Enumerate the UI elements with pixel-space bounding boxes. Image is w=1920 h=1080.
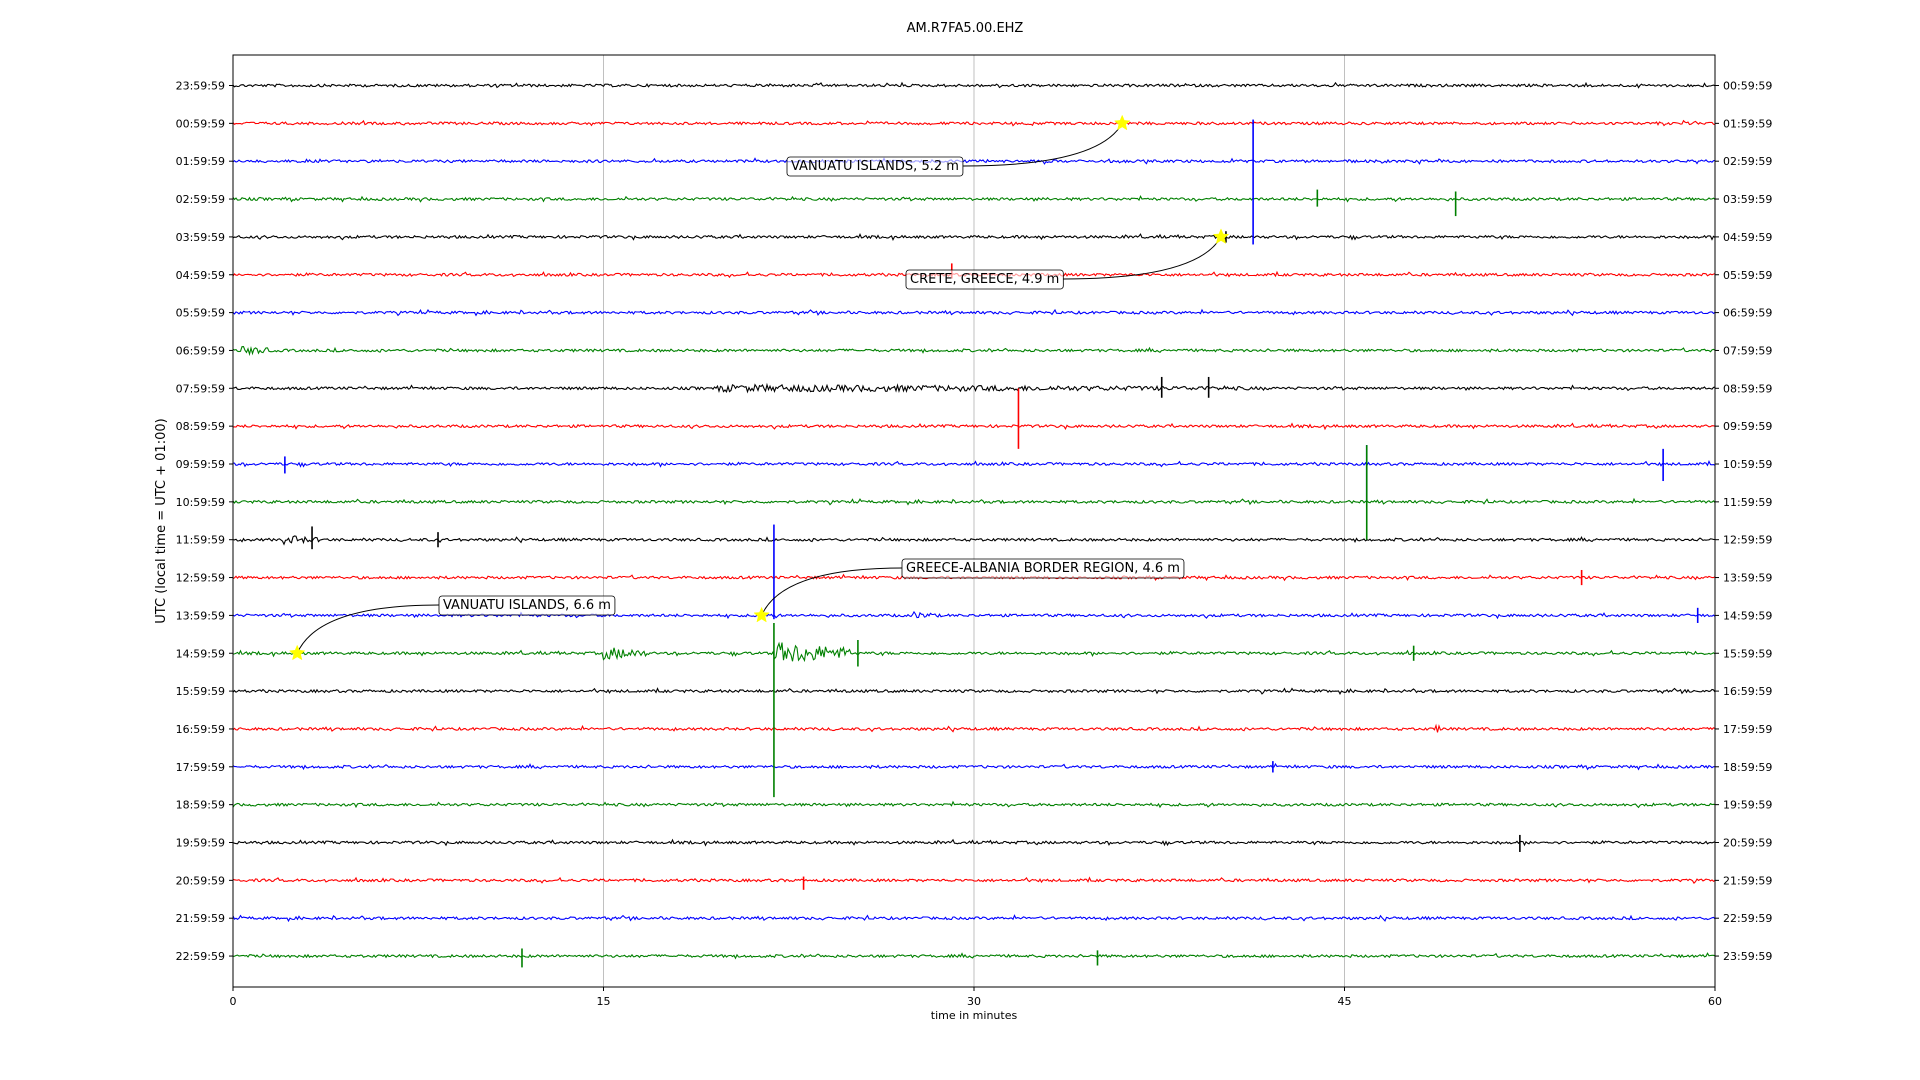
- right-time-label: 10:59:59: [1723, 458, 1772, 471]
- right-time-label: 14:59:59: [1723, 609, 1772, 622]
- event-label: GREECE-ALBANIA BORDER REGION, 4.6 m: [906, 561, 1180, 576]
- x-tick-label: 45: [1338, 995, 1352, 1008]
- event-annotation: VANUATU ISLANDS, 5.2 m: [786, 114, 1131, 177]
- x-axis-ticks: 0 15 30 45 60: [230, 987, 1722, 1008]
- x-tick-label: 30: [967, 995, 981, 1008]
- right-time-label: 22:59:59: [1723, 912, 1772, 925]
- right-time-label: 13:59:59: [1723, 572, 1772, 585]
- event-label: VANUATU ISLANDS, 6.6 m: [443, 598, 611, 613]
- right-time-label: 11:59:59: [1723, 496, 1772, 509]
- left-time-label: 05:59:59: [176, 307, 225, 320]
- event-star-marker: [288, 644, 306, 661]
- helicorder-chart: AM.R7FA5.00.EHZ VANUATU ISLANDS, 5.2 m CR…: [154, 21, 1772, 1022]
- x-axis-label: time in minutes: [931, 1009, 1018, 1022]
- right-time-label: 12:59:59: [1723, 534, 1772, 547]
- left-time-label: 08:59:59: [176, 420, 225, 433]
- event-connector: [962, 123, 1123, 167]
- left-time-labels: 23:59:59 00:59:59 01:59:59 02:59:59 03:59:59…: [176, 80, 233, 963]
- right-time-label: 17:59:59: [1723, 723, 1772, 736]
- right-time-label: 01:59:59: [1723, 117, 1772, 130]
- seismogram-figure: AM.R7FA5.00.EHZ VANUATU ISLANDS, 5.2 m CR…: [0, 0, 1920, 1080]
- event-connector: [1063, 236, 1222, 280]
- left-time-label: 14:59:59: [176, 647, 225, 660]
- right-time-label: 04:59:59: [1723, 231, 1772, 244]
- left-time-label: 09:59:59: [176, 458, 225, 471]
- left-time-label: 10:59:59: [176, 496, 225, 509]
- left-time-label: 01:59:59: [176, 155, 225, 168]
- left-time-label: 11:59:59: [176, 534, 225, 547]
- event-label: CRETE, GREECE, 4.9 m: [910, 272, 1059, 287]
- right-time-label: 19:59:59: [1723, 799, 1772, 812]
- right-time-labels: 00:59:59 01:59:59 02:59:59 03:59:59 04:59:59…: [1715, 80, 1772, 963]
- y-axis-label: UTC (local time = UTC + 01:00): [154, 418, 169, 623]
- event-annotation: VANUATU ISLANDS, 6.6 m: [288, 595, 616, 661]
- left-time-label: 02:59:59: [176, 193, 225, 206]
- right-time-label: 20:59:59: [1723, 837, 1772, 850]
- left-time-label: 04:59:59: [176, 269, 225, 282]
- right-time-label: 02:59:59: [1723, 155, 1772, 168]
- right-time-label: 16:59:59: [1723, 685, 1772, 698]
- event-star-marker: [753, 606, 770, 623]
- right-time-label: 08:59:59: [1723, 382, 1772, 395]
- x-tick-label: 60: [1708, 995, 1722, 1008]
- event-connector: [296, 604, 440, 654]
- left-time-label: 19:59:59: [176, 837, 225, 850]
- left-time-label: 16:59:59: [176, 723, 225, 736]
- left-time-label: 20:59:59: [176, 874, 225, 887]
- left-time-label: 23:59:59: [176, 80, 225, 93]
- right-time-label: 18:59:59: [1723, 761, 1772, 774]
- left-time-label: 00:59:59: [176, 117, 225, 130]
- left-time-label: 12:59:59: [176, 572, 225, 585]
- left-time-label: 07:59:59: [176, 382, 225, 395]
- right-time-label: 00:59:59: [1723, 80, 1772, 93]
- event-label: VANUATU ISLANDS, 5.2 m: [791, 159, 959, 174]
- x-tick-label: 15: [597, 995, 611, 1008]
- left-time-label: 13:59:59: [176, 609, 225, 622]
- right-time-label: 05:59:59: [1723, 269, 1772, 282]
- left-time-label: 03:59:59: [176, 231, 225, 244]
- right-time-label: 03:59:59: [1723, 193, 1772, 206]
- chart-title: AM.R7FA5.00.EHZ: [907, 21, 1024, 36]
- event-spikes: [284, 119, 1699, 968]
- left-time-label: 15:59:59: [176, 685, 225, 698]
- right-time-label: 07:59:59: [1723, 344, 1772, 357]
- event-star-marker: [1113, 114, 1131, 131]
- event-annotation: GREECE-ALBANIA BORDER REGION, 4.6 m: [753, 558, 1185, 623]
- left-time-label: 22:59:59: [176, 950, 225, 963]
- left-time-label: 17:59:59: [176, 761, 225, 774]
- left-time-label: 06:59:59: [176, 344, 225, 357]
- right-time-label: 23:59:59: [1723, 950, 1772, 963]
- right-time-label: 15:59:59: [1723, 647, 1772, 660]
- right-time-label: 06:59:59: [1723, 307, 1772, 320]
- vertical-grid: [603, 55, 1345, 987]
- event-connector: [761, 567, 903, 616]
- right-time-label: 09:59:59: [1723, 420, 1772, 433]
- right-time-label: 21:59:59: [1723, 874, 1772, 887]
- left-time-label: 18:59:59: [176, 799, 225, 812]
- left-time-label: 21:59:59: [176, 912, 225, 925]
- x-tick-label: 0: [230, 995, 237, 1008]
